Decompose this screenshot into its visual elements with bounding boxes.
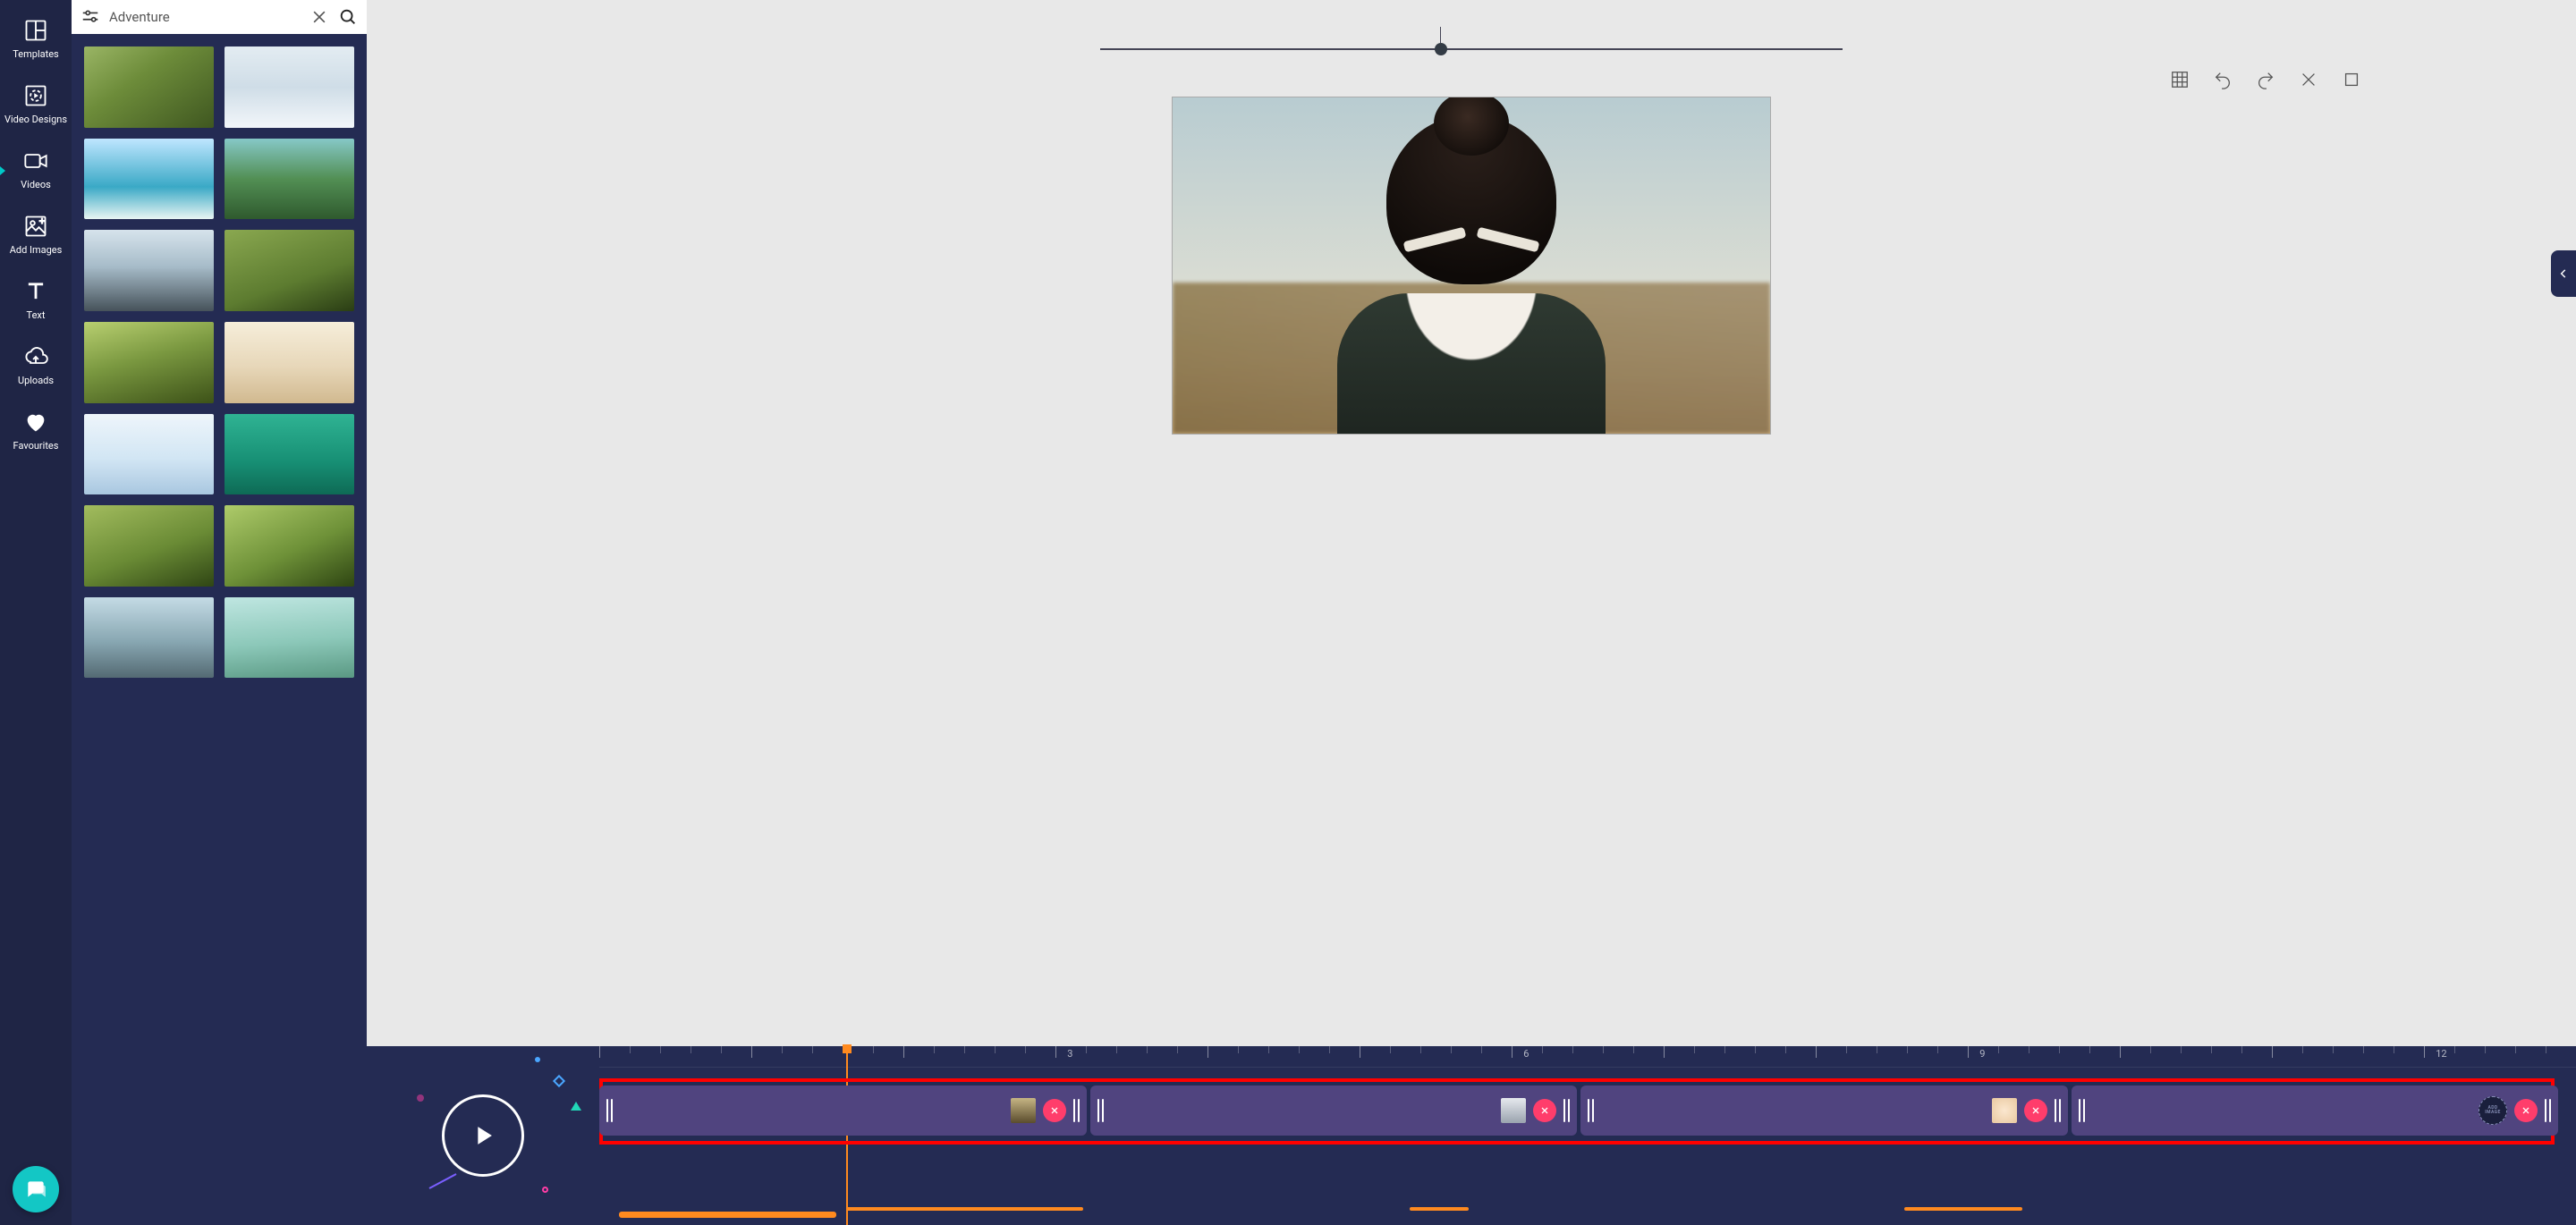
ruler-mark: 12 <box>2436 1048 2446 1060</box>
play-zone <box>367 1046 599 1225</box>
library-thumb[interactable] <box>225 597 354 679</box>
clip-handle-left[interactable] <box>1588 1099 1594 1122</box>
zoom-bar <box>367 0 2576 54</box>
ruler-mark: 3 <box>1067 1048 1072 1060</box>
timeline-clip[interactable] <box>599 1086 1087 1136</box>
redo-icon[interactable] <box>2256 70 2275 89</box>
timeline: 3 6 9 12 ADDIMAGE <box>367 1046 2576 1225</box>
library-thumb[interactable] <box>225 414 354 495</box>
timeline-clip[interactable] <box>1090 1086 1578 1136</box>
timeline-clip[interactable] <box>1580 1086 2068 1136</box>
rail-uploads-label: Uploads <box>18 375 54 386</box>
left-rail: Templates Video Designs Videos Add Image… <box>0 0 72 1225</box>
library-thumb[interactable] <box>84 230 214 311</box>
clip-handle-left[interactable] <box>1097 1099 1104 1122</box>
zoom-handle[interactable] <box>1435 27 1447 55</box>
search-bar <box>72 0 367 34</box>
audio-segment[interactable] <box>846 1207 1083 1211</box>
clip-handle-right[interactable] <box>1563 1099 1570 1122</box>
clip-handle-right[interactable] <box>2545 1099 2551 1122</box>
grid-icon[interactable] <box>2170 70 2190 89</box>
library-thumb[interactable] <box>84 597 214 679</box>
clip-handle-right[interactable] <box>2055 1099 2061 1122</box>
clip-delete-button[interactable] <box>2514 1099 2538 1122</box>
ruler-mark: 9 <box>1979 1048 1985 1060</box>
clip-thumb <box>1992 1098 2017 1123</box>
timeline-clip[interactable]: ADDIMAGE <box>2072 1086 2559 1136</box>
chat-button[interactable] <box>13 1166 59 1212</box>
main-area: 3 6 9 12 ADDIMAGE <box>367 0 2576 1225</box>
playhead[interactable] <box>846 1046 848 1225</box>
rail-templates[interactable]: Templates <box>0 7 72 72</box>
rail-video-designs-label: Video Designs <box>4 114 67 125</box>
rail-videos[interactable]: Videos <box>0 138 72 203</box>
rail-templates-label: Templates <box>13 48 58 60</box>
clip-delete-button[interactable] <box>2024 1099 2047 1122</box>
ruler-mark: 6 <box>1523 1048 1529 1060</box>
audio-segment[interactable] <box>1904 1207 2023 1211</box>
library-thumb[interactable] <box>225 322 354 403</box>
media-panel <box>72 0 367 1225</box>
right-drawer-toggle[interactable] <box>2551 250 2576 297</box>
close-icon[interactable] <box>2299 70 2318 89</box>
undo-icon[interactable] <box>2213 70 2233 89</box>
library-thumb[interactable] <box>84 322 214 403</box>
rail-favourites-label: Favourites <box>13 440 59 452</box>
rail-text[interactable]: Text <box>0 268 72 334</box>
clip-delete-button[interactable] <box>1043 1099 1066 1122</box>
track-zone[interactable]: 3 6 9 12 ADDIMAGE <box>599 1046 2576 1225</box>
rail-video-designs[interactable]: Video Designs <box>0 72 72 138</box>
play-button[interactable] <box>442 1094 524 1177</box>
clip-handle-left[interactable] <box>606 1099 613 1122</box>
audio-segment[interactable] <box>619 1212 836 1218</box>
rail-favourites[interactable]: Favourites <box>0 399 72 464</box>
clips-row: ADDIMAGE <box>599 1086 2558 1136</box>
clip-handle-right[interactable] <box>1073 1099 1080 1122</box>
canvas-toolbar <box>2170 70 2361 89</box>
rail-add-images[interactable]: Add Images <box>0 203 72 268</box>
clip-handle-left[interactable] <box>2079 1099 2085 1122</box>
rail-text-label: Text <box>27 309 46 321</box>
rail-add-images-label: Add Images <box>10 244 63 256</box>
clip-thumb <box>1501 1098 1526 1123</box>
library-thumb[interactable] <box>225 139 354 220</box>
clip-thumb <box>1011 1098 1036 1123</box>
library-thumb[interactable] <box>84 414 214 495</box>
library-thumb[interactable] <box>225 505 354 587</box>
preview-wrap <box>367 54 2576 1046</box>
library-thumb[interactable] <box>84 505 214 587</box>
timeline-ruler[interactable]: 3 6 9 12 <box>599 1046 2576 1068</box>
add-image-badge[interactable]: ADDIMAGE <box>2479 1096 2507 1125</box>
library-thumb[interactable] <box>84 46 214 128</box>
library-thumb[interactable] <box>225 230 354 311</box>
library-thumb[interactable] <box>225 46 354 128</box>
zoom-track[interactable] <box>1100 48 1843 50</box>
audio-segment[interactable] <box>1410 1207 1469 1211</box>
crop-icon[interactable] <box>2342 70 2361 89</box>
filter-icon[interactable] <box>80 7 100 27</box>
search-input[interactable] <box>109 9 301 25</box>
rail-uploads[interactable]: Uploads <box>0 334 72 399</box>
rail-videos-label: Videos <box>21 179 51 190</box>
audio-row <box>599 1202 2576 1220</box>
clear-search-icon[interactable] <box>309 7 329 27</box>
preview-canvas[interactable] <box>1172 97 1771 435</box>
library-grid <box>72 34 367 1225</box>
library-thumb[interactable] <box>84 139 214 220</box>
search-icon[interactable] <box>338 7 358 27</box>
clip-delete-button[interactable] <box>1533 1099 1556 1122</box>
